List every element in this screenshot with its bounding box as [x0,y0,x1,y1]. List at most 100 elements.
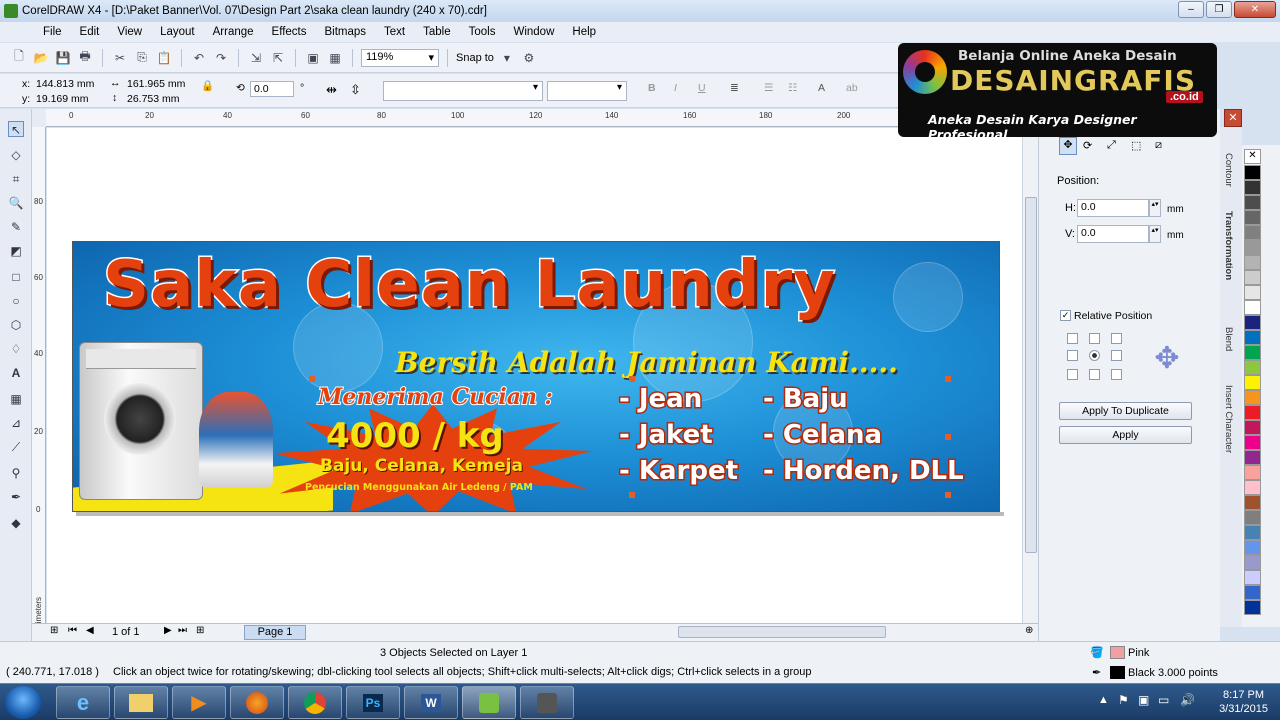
lock-ratio-icon[interactable]: 🔒 [201,79,214,92]
menu-arrange[interactable]: Arrange [204,26,263,38]
anchor-bl[interactable] [1067,369,1078,380]
coreldraw-icon[interactable] [462,686,516,719]
close-button[interactable]: ✕ [1234,1,1276,18]
tray-arrow-icon[interactable]: ▲ [1098,694,1109,706]
selection-handle[interactable] [945,492,951,498]
color-swatch[interactable] [1244,465,1261,480]
color-swatch[interactable] [1244,330,1261,345]
word-icon[interactable]: W [404,686,458,719]
copy-icon[interactable]: ⎘ [133,49,151,67]
export-icon[interactable]: ⇱ [269,49,287,67]
menu-layout[interactable]: Layout [151,26,204,38]
connector-tool-icon[interactable]: ⟋ [8,439,24,455]
selection-handle[interactable] [629,376,635,382]
color-swatch[interactable] [1244,525,1261,540]
v-spinner[interactable]: ▴▾ [1149,225,1161,243]
drop-cap-icon[interactable]: ☷ [788,82,797,94]
cut-icon[interactable]: ✂ [111,49,129,67]
fill-color-swatch[interactable] [1110,646,1125,659]
menu-edit[interactable]: Edit [71,26,109,38]
color-swatch[interactable] [1244,435,1261,450]
x-position-field[interactable]: 144.813 mm [36,78,94,90]
photoshop-icon[interactable]: Ps [346,686,400,719]
menu-effects[interactable]: Effects [263,26,316,38]
bold-icon[interactable]: B [648,82,656,94]
underline-icon[interactable]: U [698,82,706,94]
color-swatch[interactable] [1244,390,1261,405]
h-position-field[interactable]: 0.0 [1077,199,1149,217]
color-swatch[interactable] [1244,180,1261,195]
navigator-icon[interactable]: ⊕ [1025,625,1033,636]
tab-insert-character[interactable]: Insert Character [1223,385,1234,453]
text-tool-icon[interactable]: A [8,365,24,381]
anchor-tl[interactable] [1067,333,1078,344]
ie-icon[interactable]: e [56,686,110,719]
fill-tool-icon[interactable]: ◆ [8,515,24,531]
menu-view[interactable]: View [108,26,151,38]
tray-volume-icon[interactable]: 🔊 [1180,693,1195,707]
tab-blend[interactable]: Blend [1223,327,1234,351]
crop-tool-icon[interactable]: ⌗ [8,171,24,187]
next-page-icon[interactable]: ▶ [164,625,172,636]
options-icon[interactable]: ⚙ [520,49,538,67]
welcome-screen-icon[interactable]: ▦ [326,49,344,67]
italic-icon[interactable]: I [674,82,677,94]
coreldraw-app-icon[interactable] [4,4,18,18]
color-swatch[interactable] [1244,345,1261,360]
tab-transformation[interactable]: Transformation [1223,211,1234,280]
chevron-down-icon[interactable]: ▾ [498,49,516,67]
anchor-center[interactable] [1089,350,1100,361]
relative-position-checkbox[interactable]: ✓ [1060,310,1071,321]
mirror-vertical-icon[interactable]: ⇳ [350,82,361,98]
prev-page-icon[interactable]: ◀ [86,625,94,636]
anchor-ml[interactable] [1067,350,1078,361]
start-button[interactable] [5,686,41,719]
banner-artwork[interactable]: Saka Clean Laundry Bersih Adalah Jaminan… [72,241,1000,512]
selection-handle[interactable] [945,434,951,440]
paste-icon[interactable]: 📋 [155,49,173,67]
menu-window[interactable]: Window [504,26,563,38]
snap-to-dropdown[interactable]: Snap to [456,52,494,64]
page-tab[interactable]: Page 1 [244,625,306,640]
apply-button[interactable]: Apply [1059,426,1192,444]
color-swatch[interactable] [1244,600,1261,615]
anchor-br[interactable] [1111,369,1122,380]
new-icon[interactable]: 🗋 [10,49,28,67]
menu-tools[interactable]: Tools [460,26,505,38]
shape-tool-icon[interactable]: ◇ [8,147,24,163]
color-swatch[interactable] [1244,510,1261,525]
pick-tool-icon[interactable]: ↖ [8,121,24,137]
vertical-ruler[interactable]: 80 60 40 20 0 millimeters [32,127,46,635]
color-swatch[interactable] [1244,420,1261,435]
menu-table[interactable]: Table [414,26,460,38]
selection-handle[interactable] [629,492,635,498]
redo-icon[interactable]: ↷ [212,49,230,67]
color-swatch[interactable] [1244,195,1261,210]
ellipse-tool-icon[interactable]: ○ [8,293,24,309]
last-page-icon[interactable]: ⏭ [178,625,187,636]
rectangle-tool-icon[interactable]: □ [8,269,24,285]
color-swatch[interactable] [1244,540,1261,555]
color-swatch[interactable] [1244,240,1261,255]
color-swatch[interactable] [1244,375,1261,390]
chrome-icon[interactable] [288,686,342,719]
menu-file[interactable]: File [34,26,71,38]
menu-help[interactable]: Help [563,26,605,38]
color-swatch[interactable] [1244,450,1261,465]
vertical-scrollbar[interactable] [1022,127,1038,623]
color-swatch[interactable] [1244,555,1261,570]
basic-shapes-icon[interactable]: ♢ [8,341,24,357]
color-swatch[interactable] [1244,570,1261,585]
system-clock[interactable]: 8:17 PM 3/31/2015 [1219,688,1268,716]
import-icon[interactable]: ⇲ [247,49,265,67]
skew-mode-icon[interactable]: ⧄ [1155,139,1162,152]
color-swatch[interactable] [1244,360,1261,375]
horizontal-scroll-thumb[interactable] [678,626,886,638]
no-color-swatch[interactable]: ✕ [1244,149,1261,164]
menu-text[interactable]: Text [375,26,414,38]
tray-network-icon[interactable]: ▣ [1138,693,1149,707]
height-field[interactable]: 26.753 mm [127,93,180,105]
explorer-icon[interactable] [114,686,168,719]
menu-bitmaps[interactable]: Bitmaps [315,26,375,38]
polygon-tool-icon[interactable]: ⬡ [8,317,24,333]
